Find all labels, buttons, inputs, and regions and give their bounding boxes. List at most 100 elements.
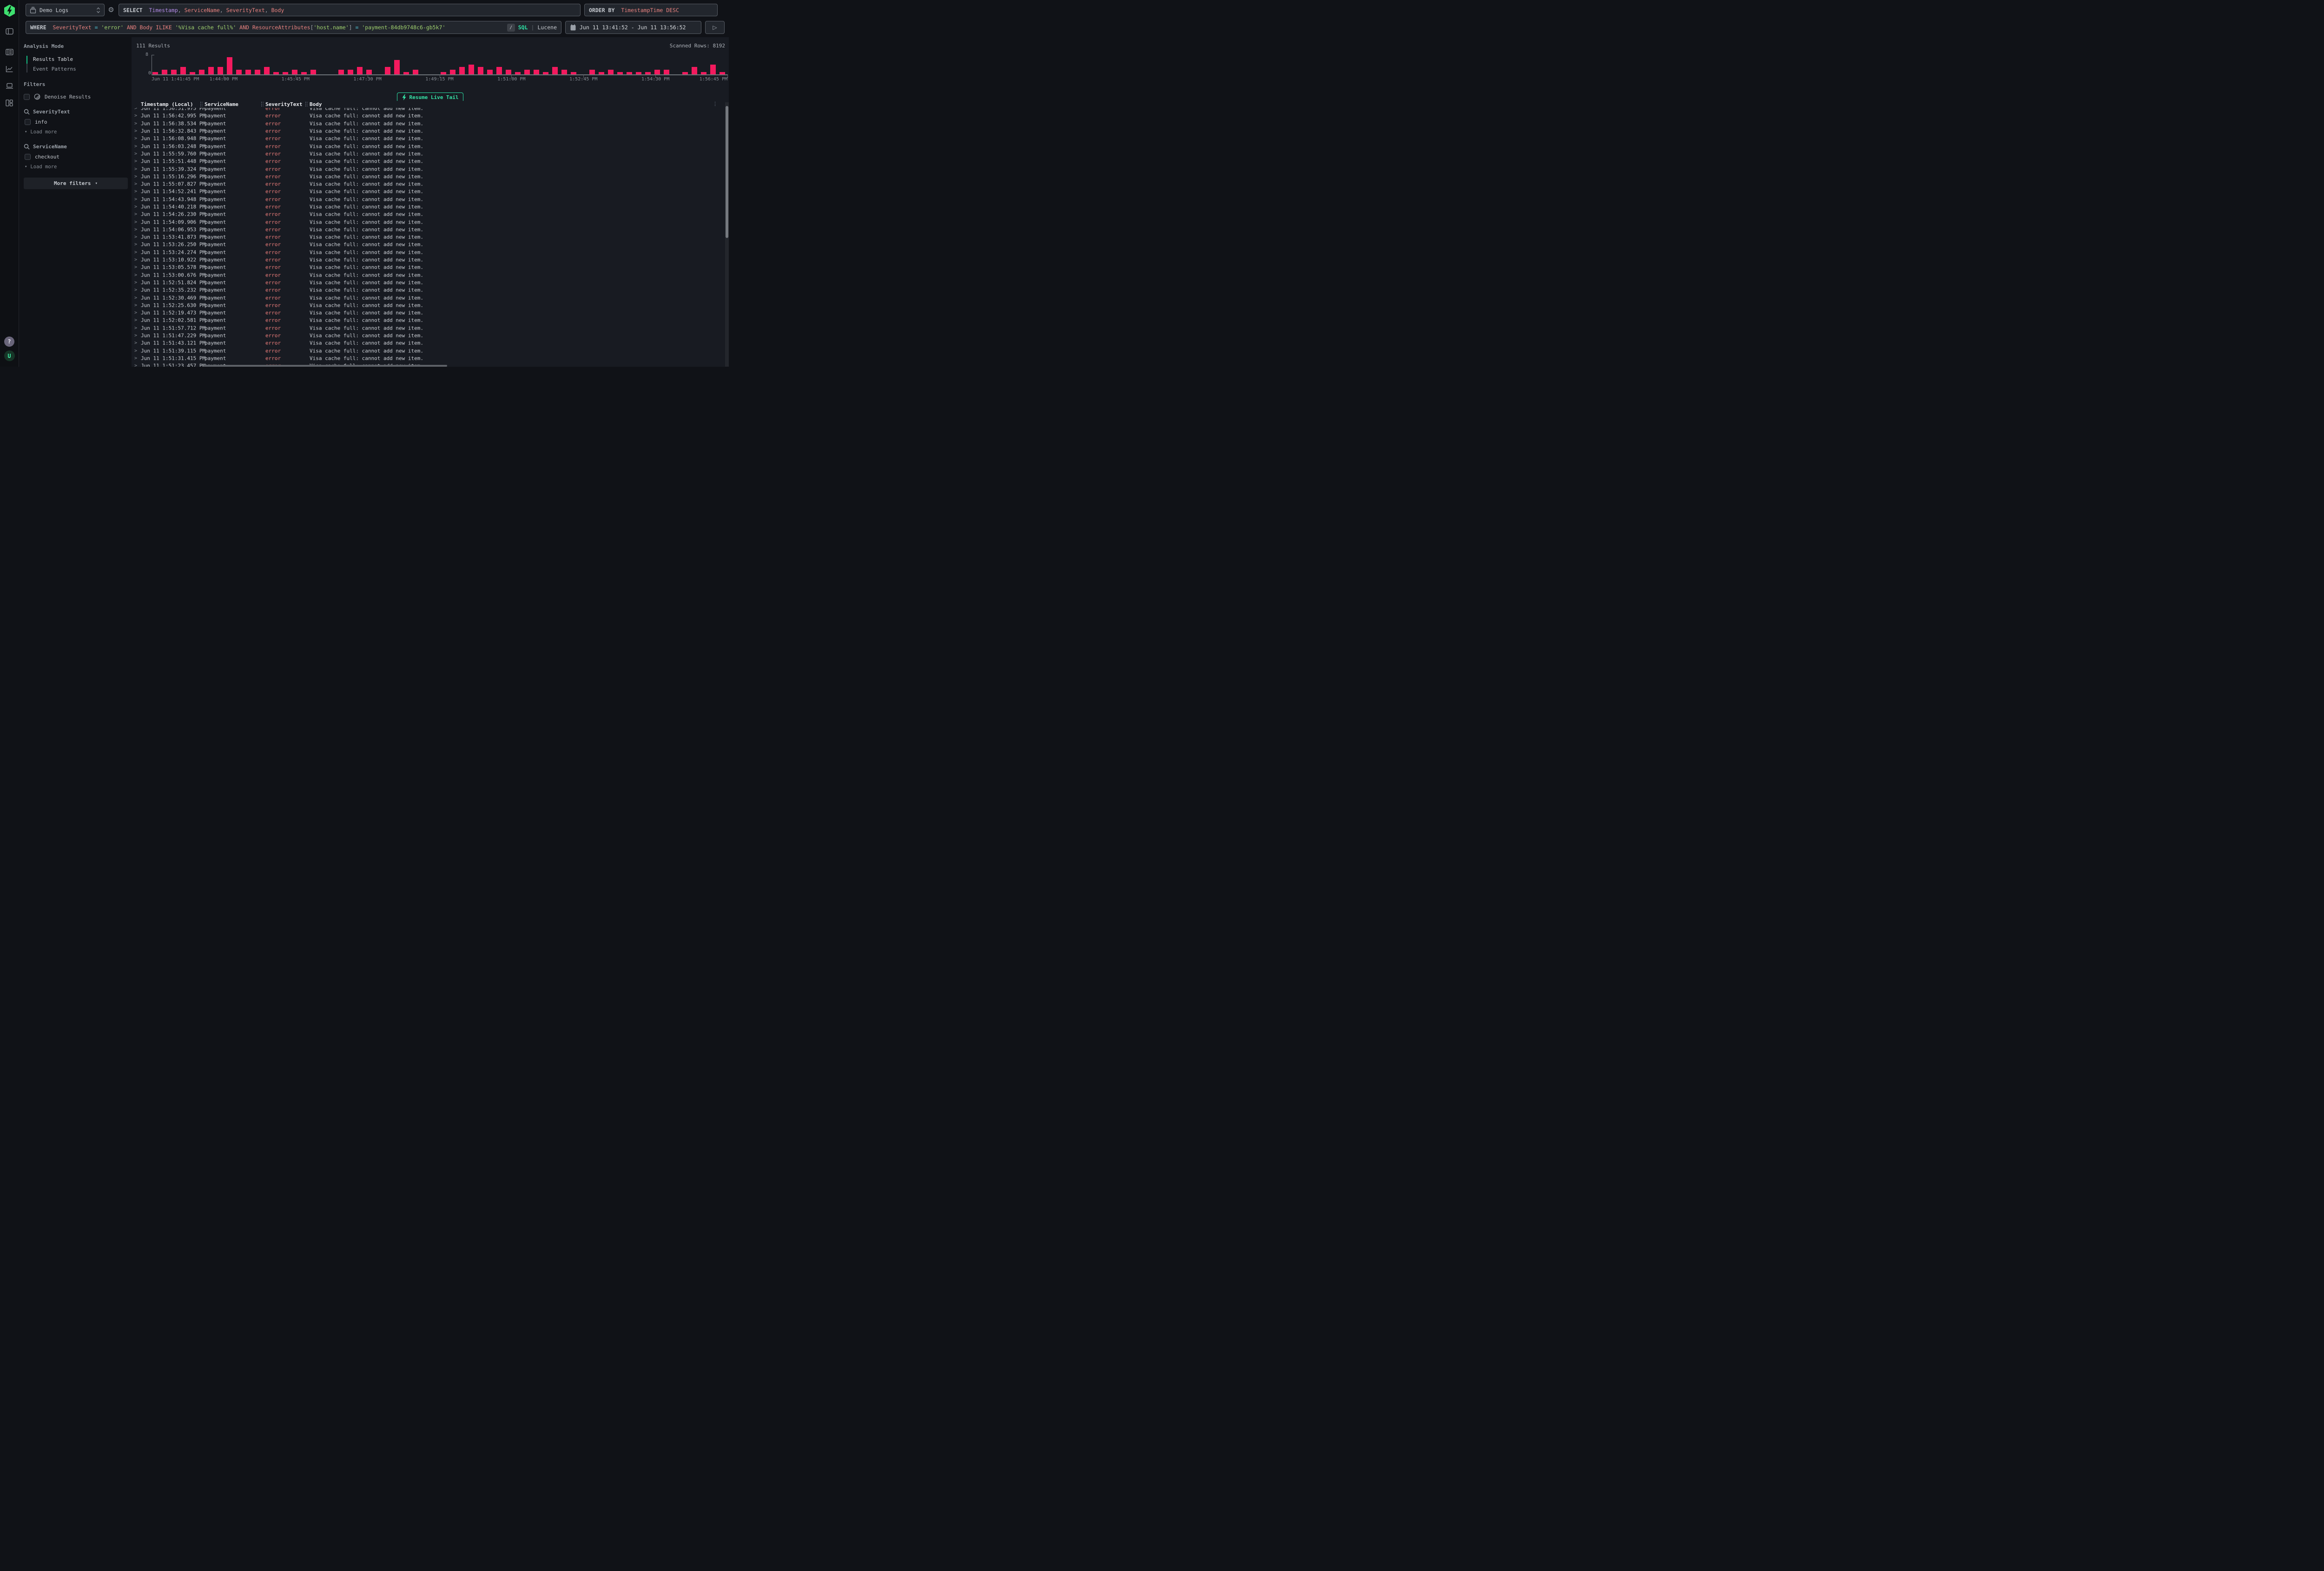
table-row[interactable]: >Jun 11 1:55:51.448 PMpaymenterrorVisa c… <box>132 158 724 165</box>
where-query-input[interactable]: WHERE SeverityText = 'error' AND Body IL… <box>26 21 561 34</box>
histogram-bar[interactable] <box>478 67 483 74</box>
table-row[interactable]: >Jun 11 1:54:43.948 PMpaymenterrorVisa c… <box>132 196 724 203</box>
table-row[interactable]: >Jun 11 1:55:16.296 PMpaymenterrorVisa c… <box>132 173 724 180</box>
expand-row-chevron-icon[interactable]: > <box>134 113 137 119</box>
histogram-bar[interactable] <box>394 60 400 75</box>
chart-explorer-icon[interactable] <box>6 66 13 73</box>
denoise-checkbox[interactable] <box>24 94 30 100</box>
table-row[interactable]: >Jun 11 1:52:30.469 PMpaymenterrorVisa c… <box>132 294 724 301</box>
table-row[interactable]: >Jun 11 1:54:09.906 PMpaymenterrorVisa c… <box>132 218 724 225</box>
histogram-bar[interactable] <box>180 67 186 74</box>
run-query-button[interactable]: ▷ <box>705 21 725 34</box>
column-resize-handle-icon[interactable] <box>261 101 264 107</box>
histogram-bar[interactable] <box>310 70 316 75</box>
expand-row-chevron-icon[interactable]: > <box>134 166 137 172</box>
more-filters-button[interactable]: More filters ▾ <box>24 178 128 189</box>
histogram-bar[interactable] <box>654 70 660 75</box>
expand-row-chevron-icon[interactable]: > <box>134 189 137 194</box>
expand-row-chevron-icon[interactable]: > <box>134 212 137 217</box>
histogram-bar[interactable] <box>561 70 567 75</box>
histogram-bar[interactable] <box>589 70 595 75</box>
table-row[interactable]: >Jun 11 1:56:51.975 PMpaymenterrorVisa c… <box>132 108 724 112</box>
histogram-bar[interactable] <box>292 70 297 75</box>
column-resize-handle-icon[interactable] <box>200 101 203 107</box>
table-row[interactable]: >Jun 11 1:55:59.760 PMpaymenterrorVisa c… <box>132 150 724 158</box>
filter-group-severitytext[interactable]: SeverityText <box>24 109 128 115</box>
histogram-bar[interactable] <box>338 70 344 75</box>
table-row[interactable]: >Jun 11 1:52:25.630 PMpaymenterrorVisa c… <box>132 302 724 309</box>
time-range-picker[interactable]: Jun 11 13:41:52 - Jun 11 13:56:52 <box>565 21 701 34</box>
table-row[interactable]: >Jun 11 1:53:10.922 PMpaymenterrorVisa c… <box>132 256 724 264</box>
column-header-servicename[interactable]: ServiceName <box>205 101 238 107</box>
column-header-body[interactable]: Body <box>310 101 322 107</box>
histogram-bar[interactable] <box>664 70 669 75</box>
app-logo-icon[interactable] <box>4 5 15 17</box>
histogram-bar[interactable] <box>524 70 530 75</box>
table-row[interactable]: >Jun 11 1:53:24.274 PMpaymenterrorVisa c… <box>132 249 724 256</box>
histogram-bar[interactable] <box>171 70 177 75</box>
expand-row-chevron-icon[interactable]: > <box>134 250 137 255</box>
table-row[interactable]: >Jun 11 1:51:47.229 PMpaymenterrorVisa c… <box>132 332 724 339</box>
expand-row-chevron-icon[interactable]: > <box>134 295 137 300</box>
avatar[interactable]: U <box>4 350 15 361</box>
select-query-input[interactable]: SELECT Timestamp, ServiceName, SeverityT… <box>119 4 581 16</box>
expand-row-chevron-icon[interactable]: > <box>134 144 137 149</box>
expand-row-chevron-icon[interactable]: > <box>134 174 137 179</box>
histogram-bar[interactable] <box>245 70 251 75</box>
expand-row-chevron-icon[interactable]: > <box>134 310 137 316</box>
histogram-bar[interactable] <box>487 70 493 75</box>
table-row[interactable]: >Jun 11 1:51:31.415 PMpaymenterrorVisa c… <box>132 355 724 362</box>
table-row[interactable]: >Jun 11 1:52:19.473 PMpaymenterrorVisa c… <box>132 309 724 317</box>
histogram-bar[interactable] <box>459 67 465 74</box>
sessions-icon[interactable] <box>6 83 13 89</box>
table-row[interactable]: >Jun 11 1:51:57.712 PMpaymenterrorVisa c… <box>132 324 724 332</box>
expand-row-chevron-icon[interactable]: > <box>134 265 137 270</box>
expand-row-chevron-icon[interactable]: > <box>134 280 137 285</box>
table-row[interactable]: >Jun 11 1:53:00.676 PMpaymenterrorVisa c… <box>132 271 724 279</box>
table-row[interactable]: >Jun 11 1:53:05.578 PMpaymenterrorVisa c… <box>132 264 724 271</box>
histogram-bar[interactable] <box>506 70 511 75</box>
expand-row-chevron-icon[interactable]: > <box>134 363 137 367</box>
expand-row-chevron-icon[interactable]: > <box>134 272 137 277</box>
expand-row-chevron-icon[interactable]: > <box>134 341 137 346</box>
histogram-bar[interactable] <box>208 67 214 74</box>
expand-row-chevron-icon[interactable]: > <box>134 257 137 263</box>
histogram-bar[interactable] <box>692 67 697 74</box>
sql-mode-button[interactable]: SQL <box>518 24 528 31</box>
mode-results-table[interactable]: Results Table <box>26 54 128 64</box>
histogram-bar[interactable] <box>552 67 558 74</box>
expand-row-chevron-icon[interactable]: > <box>134 318 137 323</box>
table-row[interactable]: >Jun 11 1:56:38.534 PMpaymenterrorVisa c… <box>132 120 724 127</box>
table-row[interactable]: >Jun 11 1:52:51.824 PMpaymenterrorVisa c… <box>132 279 724 286</box>
lucene-mode-button[interactable]: Lucene <box>537 24 557 31</box>
vertical-scrollbar-thumb[interactable] <box>726 106 728 238</box>
expand-row-chevron-icon[interactable]: > <box>134 227 137 232</box>
expand-row-chevron-icon[interactable]: > <box>134 242 137 247</box>
histogram-bar[interactable] <box>162 70 167 75</box>
expand-row-chevron-icon[interactable]: > <box>134 151 137 156</box>
table-row[interactable]: >Jun 11 1:56:03.248 PMpaymenterrorVisa c… <box>132 142 724 150</box>
load-more-severitytext[interactable]: ▾ Load more <box>25 129 128 135</box>
dashboards-icon[interactable] <box>6 99 13 106</box>
source-select[interactable]: Demo Logs <box>26 4 105 16</box>
histogram-bar[interactable] <box>366 70 372 75</box>
histogram-bar[interactable] <box>264 67 270 74</box>
table-row[interactable]: >Jun 11 1:54:06.953 PMpaymenterrorVisa c… <box>132 226 724 233</box>
histogram-bar[interactable] <box>348 70 353 75</box>
expand-row-chevron-icon[interactable]: > <box>134 129 137 134</box>
source-settings-gear-icon[interactable]: ⚙ <box>106 4 116 15</box>
histogram-bar[interactable] <box>199 70 205 75</box>
table-row[interactable]: >Jun 11 1:56:42.995 PMpaymenterrorVisa c… <box>132 112 724 119</box>
histogram-bar[interactable] <box>469 65 474 74</box>
histogram-bar[interactable] <box>227 57 232 74</box>
table-row[interactable]: >Jun 11 1:51:43.121 PMpaymenterrorVisa c… <box>132 339 724 347</box>
toggle-sidebar-icon[interactable] <box>6 28 13 35</box>
table-row[interactable]: >Jun 11 1:55:07.827 PMpaymenterrorVisa c… <box>132 180 724 188</box>
histogram-bar[interactable] <box>710 65 716 74</box>
expand-row-chevron-icon[interactable]: > <box>134 205 137 210</box>
histogram-bar[interactable] <box>534 70 539 75</box>
search-logs-icon[interactable] <box>6 49 13 55</box>
expand-row-chevron-icon[interactable]: > <box>134 356 137 361</box>
table-options-kebab-icon[interactable]: ⋮ <box>713 101 718 107</box>
histogram-bar[interactable] <box>413 70 418 75</box>
